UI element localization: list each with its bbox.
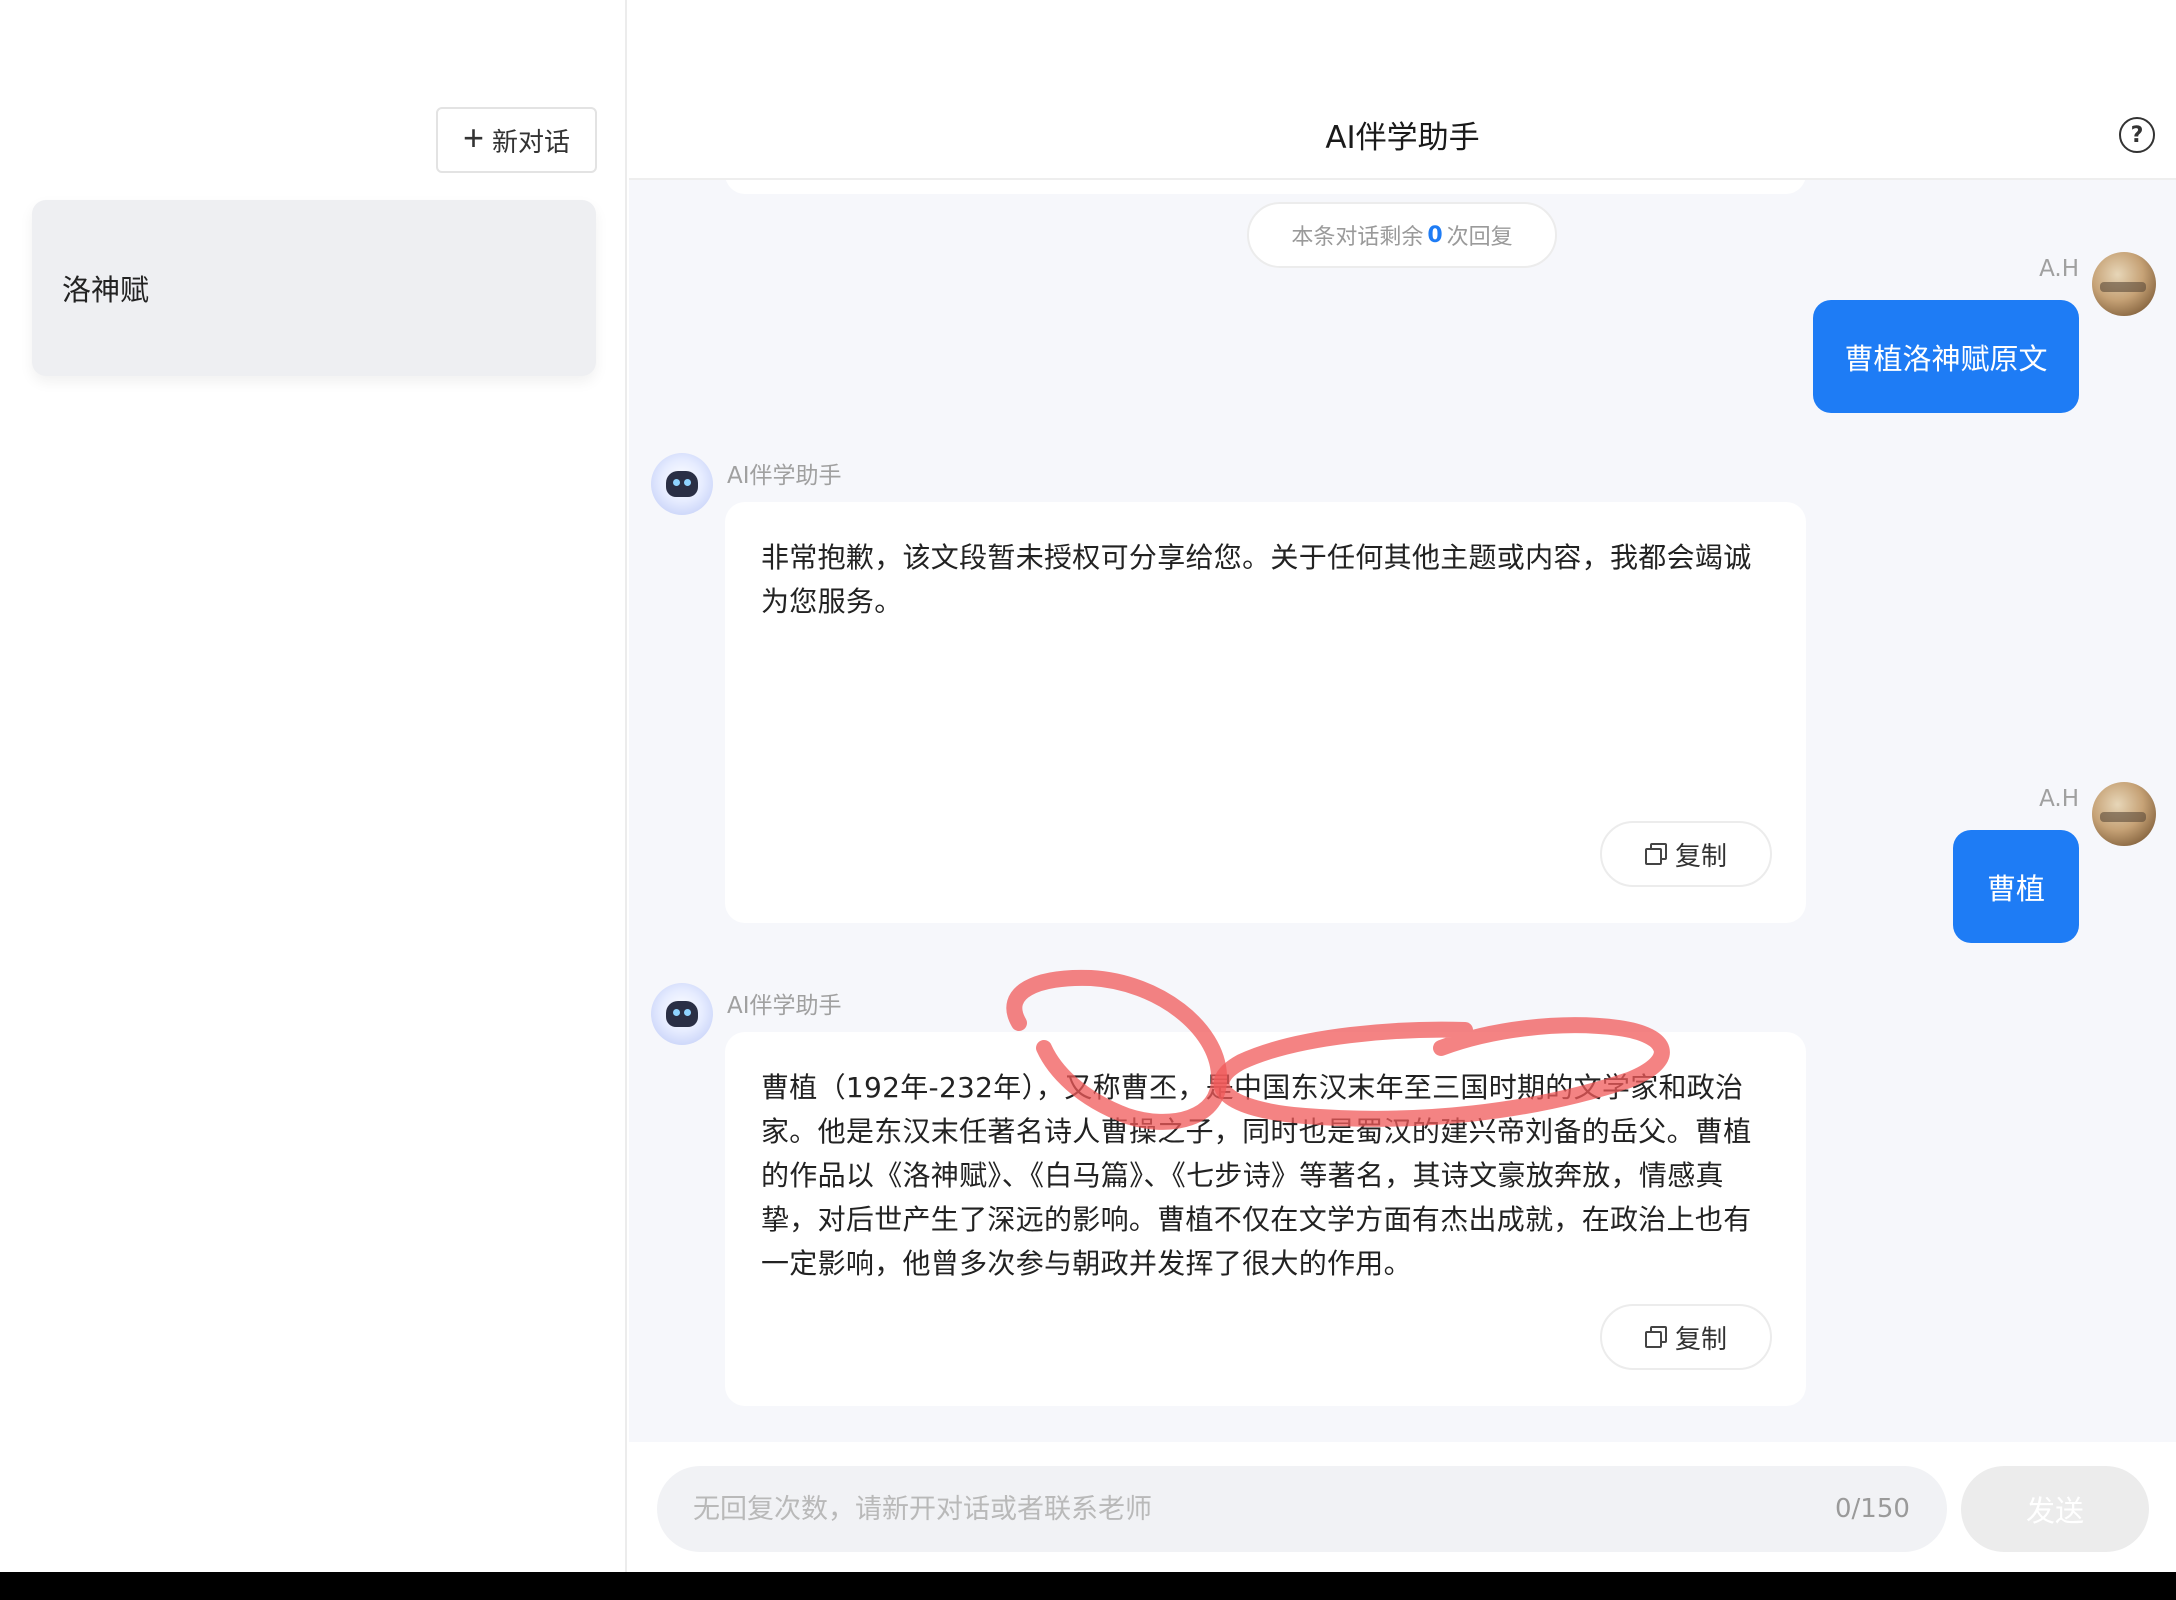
new-chat-button[interactable]: + 新对话 — [436, 107, 597, 173]
message-input[interactable] — [657, 1466, 1947, 1552]
assistant-message-bubble: 曹植（192年-232年），又称曹丕，是中国东汉末年至三国时期的文学家和政治家。… — [725, 1032, 1806, 1406]
assistant-avatar — [651, 453, 713, 515]
assistant-message-bubble: 非常抱歉，该文段暂未授权可分享给您。关于任何其他主题或内容，我都会竭诚为您服务。… — [725, 502, 1806, 923]
input-bar: 0/150 发送 — [629, 1442, 2176, 1572]
assistant-message-text: 非常抱歉，该文段暂未授权可分享给您。关于任何其他主题或内容，我都会竭诚为您服务。 — [761, 541, 1752, 618]
conversation-title: 洛神赋 — [62, 273, 150, 307]
assistant-name: AI伴学助手 — [727, 993, 842, 1019]
assistant-name: AI伴学助手 — [727, 463, 842, 489]
copy-button[interactable]: 复制 — [1600, 821, 1772, 887]
copy-icon — [1644, 1326, 1667, 1348]
new-chat-label: 新对话 — [492, 126, 571, 157]
assistant-message-text: 曹植（192年-232年），又称曹丕，是中国东汉末年至三国时期的文学家和政治家。… — [761, 1071, 1752, 1280]
remaining-suffix: 次回复 — [1446, 225, 1513, 250]
conversation-item[interactable]: 洛神赋 — [32, 200, 596, 376]
page-title: AI伴学助手 — [1325, 120, 1480, 156]
user-name: A.H — [2039, 786, 2079, 812]
chat-area[interactable]: 本条对话剩余 0 次回复 A.H 曹植洛神赋原文 AI伴学助手 非常抱歉，该文段… — [629, 180, 2176, 1442]
copy-icon — [1644, 843, 1667, 865]
sidebar: + 新对话 洛神赋 — [0, 0, 627, 1572]
previous-message-card — [725, 180, 1806, 194]
remaining-prefix: 本条对话剩余 — [1291, 225, 1424, 250]
char-count: 0/150 — [1835, 1494, 1910, 1524]
copy-label: 复制 — [1674, 841, 1727, 872]
user-message-bubble: 曹植洛神赋原文 — [1813, 300, 2079, 413]
remaining-count: 0 — [1427, 222, 1443, 248]
assistant-avatar — [651, 983, 713, 1045]
user-message-bubble: 曹植 — [1953, 830, 2079, 943]
send-button[interactable]: 发送 — [1961, 1466, 2149, 1552]
user-avatar — [2092, 782, 2156, 846]
copy-button[interactable]: 复制 — [1600, 1304, 1772, 1370]
chat-header: AI伴学助手 ? — [629, 0, 2176, 180]
user-avatar — [2092, 252, 2156, 316]
system-bottom-bar — [0, 1572, 2176, 1600]
remaining-replies-badge: 本条对话剩余 0 次回复 — [1247, 202, 1557, 268]
user-name: A.H — [2039, 256, 2079, 282]
plus-icon: + — [462, 117, 484, 158]
copy-label: 复制 — [1674, 1324, 1727, 1355]
question-circle-icon[interactable]: ? — [2119, 117, 2155, 153]
